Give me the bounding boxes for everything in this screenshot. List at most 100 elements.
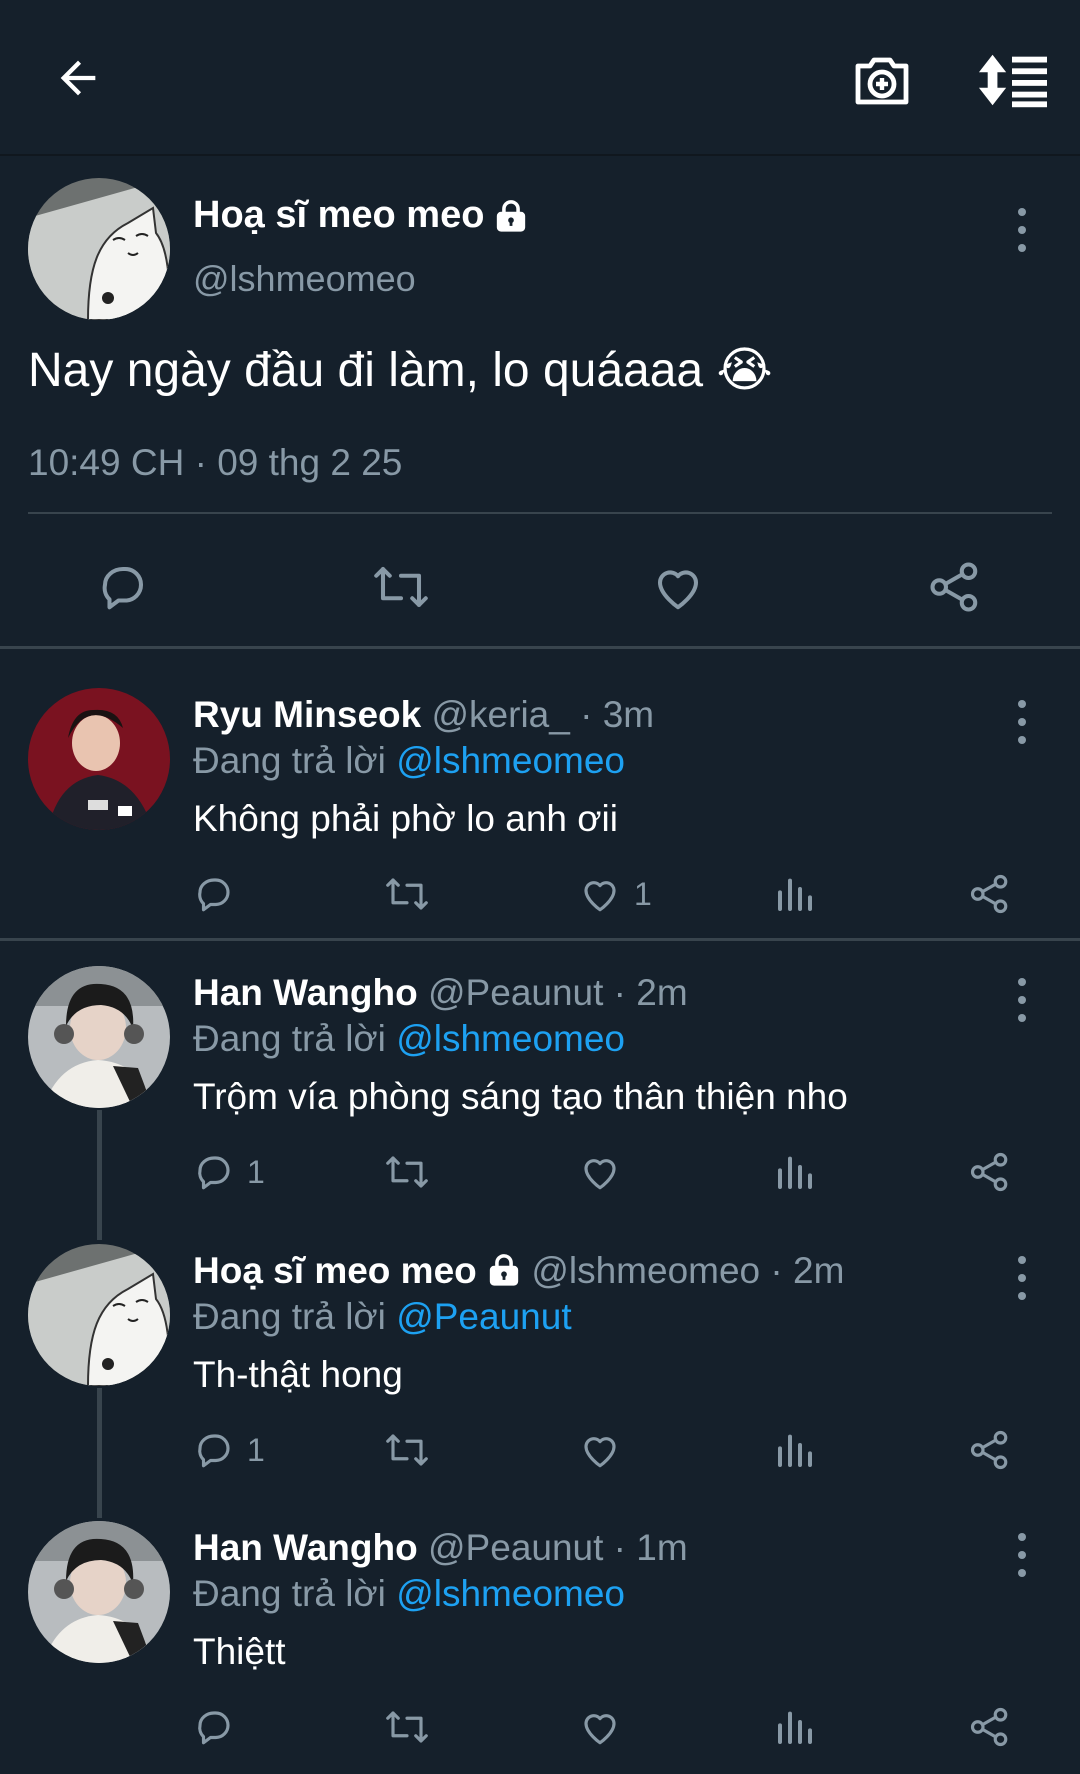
heart-icon xyxy=(584,1437,616,1468)
divider xyxy=(0,938,1080,941)
reply-header: Han Wangho @Peaunut · 2m xyxy=(193,972,688,1014)
reply-button[interactable] xyxy=(193,866,247,922)
author-name[interactable]: Hoạ sĩ meo meo xyxy=(193,1250,477,1291)
mention-link[interactable]: @lshmeomeo xyxy=(396,740,625,781)
share-button[interactable] xyxy=(968,1699,1012,1755)
reply-button[interactable]: 1 xyxy=(193,1144,265,1200)
reply-text: Th-thật hong xyxy=(193,1354,403,1395)
reply-tweet[interactable]: Han Wangho @Peaunut · 2m Đang trả lời @l… xyxy=(0,966,1080,1236)
sort-replies-button[interactable] xyxy=(970,40,1054,120)
reply-tweet[interactable]: Hoạ sĩ meo meo @lshmeomeo · 2m Đang trả … xyxy=(0,1244,1080,1514)
retweet-button[interactable] xyxy=(366,552,436,622)
more-options-button[interactable] xyxy=(1007,1256,1037,1300)
reply-button[interactable] xyxy=(193,1699,247,1755)
author-handle[interactable]: @lshmeomeo xyxy=(193,258,416,300)
reply-text: Thiệtt xyxy=(193,1631,286,1672)
more-options-button[interactable] xyxy=(1007,978,1037,1022)
reply-button[interactable] xyxy=(88,552,158,622)
analytics-button[interactable] xyxy=(775,1699,815,1755)
reply-actions: 1 xyxy=(193,1144,1043,1200)
reply-header: Han Wangho @Peaunut · 1m xyxy=(193,1527,688,1569)
share-button[interactable] xyxy=(968,866,1012,922)
share-icon xyxy=(970,1152,1008,1192)
retweet-button[interactable] xyxy=(383,1699,431,1755)
retweet-icon xyxy=(386,1156,428,1188)
retweet-icon xyxy=(386,878,428,910)
avatar[interactable] xyxy=(28,178,170,320)
author-meta: @Peaunut · 1m xyxy=(428,1527,688,1568)
like-button[interactable] xyxy=(578,1699,634,1755)
share-button[interactable] xyxy=(968,1422,1012,1478)
author-name[interactable]: Han Wangho xyxy=(193,1527,418,1568)
divider xyxy=(28,512,1052,514)
reply-actions xyxy=(193,1699,1043,1755)
analytics-icon xyxy=(778,1434,812,1467)
reply-button[interactable]: 1 xyxy=(193,1422,265,1478)
reply-header: Ryu Minseok @keria_ · 3m xyxy=(193,694,654,736)
reply-tweet[interactable]: Han Wangho @Peaunut · 1m Đang trả lời @l… xyxy=(0,1521,1080,1774)
top-app-bar xyxy=(0,0,1080,156)
retweet-icon xyxy=(386,1711,428,1743)
cat-sketch-avatar-icon xyxy=(28,1244,170,1386)
tweet-text: Nay ngày đầu đi làm, lo quáaaa 😭 xyxy=(28,344,773,397)
mention-link[interactable]: @lshmeomeo xyxy=(396,1573,625,1614)
more-options-button[interactable] xyxy=(1007,700,1037,744)
reply-icon xyxy=(198,878,230,912)
reply-header: Hoạ sĩ meo meo @lshmeomeo · 2m xyxy=(193,1250,844,1292)
analytics-icon xyxy=(778,1711,812,1744)
analytics-button[interactable] xyxy=(775,866,815,922)
share-icon xyxy=(970,1707,1008,1747)
user-photo-avatar-icon xyxy=(28,1521,170,1663)
mention-link[interactable]: @Peaunut xyxy=(396,1296,571,1337)
arrow-left-icon xyxy=(60,60,96,96)
heart-icon xyxy=(584,1714,616,1745)
analytics-icon xyxy=(778,878,812,911)
tweet-actions xyxy=(0,552,1080,632)
retweet-button[interactable] xyxy=(383,866,431,922)
camera-button[interactable] xyxy=(842,40,922,120)
retweet-icon xyxy=(386,1434,428,1466)
main-tweet: Hoạ sĩ meo meo @lshmeomeo Nay ngày đầu đ… xyxy=(0,156,1080,648)
avatar[interactable] xyxy=(28,688,170,830)
more-options-button[interactable] xyxy=(1007,208,1037,252)
more-options-button[interactable] xyxy=(1007,1533,1037,1577)
back-button[interactable] xyxy=(40,40,116,116)
heart-icon xyxy=(657,570,699,610)
mention-link[interactable]: @lshmeomeo xyxy=(396,1018,625,1059)
like-button[interactable] xyxy=(643,552,713,622)
like-button[interactable] xyxy=(578,1144,634,1200)
user-photo-avatar-icon xyxy=(28,688,170,830)
sort-thread-icon xyxy=(978,54,1047,108)
author-meta: @Peaunut · 2m xyxy=(428,972,688,1013)
replying-to: Đang trả lời @Peaunut xyxy=(193,1296,572,1337)
avatar[interactable] xyxy=(28,1521,170,1663)
heart-icon xyxy=(584,881,616,912)
cat-sketch-avatar-icon xyxy=(28,178,170,320)
share-icon xyxy=(970,874,1008,914)
avatar[interactable] xyxy=(28,1244,170,1386)
reply-tweet[interactable]: Ryu Minseok @keria_ · 3m Đang trả lời @l… xyxy=(0,688,1080,938)
share-button[interactable] xyxy=(920,552,990,622)
author-name[interactable]: Ryu Minseok xyxy=(193,694,421,735)
analytics-button[interactable] xyxy=(775,1422,815,1478)
like-button[interactable]: 1 xyxy=(578,866,652,922)
reply-icon xyxy=(198,1711,230,1745)
lock-icon xyxy=(494,199,528,233)
share-icon xyxy=(930,562,978,612)
analytics-button[interactable] xyxy=(775,1144,815,1200)
camera-plus-icon xyxy=(855,57,909,105)
author-name[interactable]: Hoạ sĩ meo meo xyxy=(193,194,528,237)
reply-text: Trộm vía phòng sáng tạo thân thiện nho xyxy=(193,1076,848,1117)
like-button[interactable] xyxy=(578,1422,634,1478)
user-photo-avatar-icon xyxy=(28,966,170,1108)
heart-icon xyxy=(584,1159,616,1190)
share-icon xyxy=(970,1430,1008,1470)
reply-actions: 1 xyxy=(193,1422,1043,1478)
share-button[interactable] xyxy=(968,1144,1012,1200)
replying-to: Đang trả lời @lshmeomeo xyxy=(193,740,625,781)
retweet-button[interactable] xyxy=(383,1144,431,1200)
avatar[interactable] xyxy=(28,966,170,1108)
replying-to: Đang trả lời @lshmeomeo xyxy=(193,1573,625,1614)
author-name[interactable]: Han Wangho xyxy=(193,972,418,1013)
retweet-button[interactable] xyxy=(383,1422,431,1478)
